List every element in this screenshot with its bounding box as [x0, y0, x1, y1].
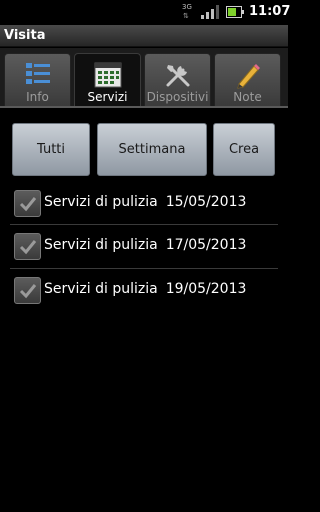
signal-strength-icon	[201, 5, 219, 19]
service-date: 15/05/2013	[165, 194, 247, 210]
week-button[interactable]: Settimana	[97, 123, 207, 176]
battery-fill	[228, 8, 236, 16]
data-arrows-icon: ⇅	[183, 12, 189, 20]
tab-divider	[0, 106, 288, 108]
page-title: Visita	[4, 28, 46, 43]
checkmark-icon	[19, 240, 37, 255]
all-button[interactable]: Tutti	[12, 123, 90, 176]
service-name: Servizi di pulizia	[44, 194, 158, 210]
list-divider	[10, 224, 278, 225]
tab-dispositivi-label: Dispositivi	[146, 90, 209, 104]
checkmark-icon	[19, 197, 37, 212]
tab-info-label: Info	[26, 90, 49, 104]
mobile-data-icon: 3G ⇅	[180, 3, 194, 21]
signal-bar	[216, 5, 219, 19]
tab-dispositivi[interactable]: Dispositivi	[144, 53, 211, 108]
service-date: 19/05/2013	[165, 281, 247, 297]
signal-bar	[201, 15, 204, 19]
service-label: Servizi di pulizia 19/05/2013	[44, 281, 246, 297]
create-button[interactable]: Crea	[213, 123, 275, 176]
list-item[interactable]: Servizi di pulizia 19/05/2013	[10, 270, 278, 314]
service-label: Servizi di pulizia 17/05/2013	[44, 237, 246, 253]
pencil-icon	[236, 64, 260, 89]
network-type-label: 3G	[182, 3, 192, 11]
service-checkbox[interactable]	[14, 233, 41, 260]
signal-bar	[211, 9, 214, 19]
title-bar: Visita	[0, 25, 288, 47]
tab-servizi-label: Servizi	[87, 90, 128, 104]
service-name: Servizi di pulizia	[44, 281, 158, 297]
list-icon	[25, 63, 50, 84]
tab-note[interactable]: Note	[214, 53, 281, 108]
list-item[interactable]: Servizi di pulizia 15/05/2013	[10, 183, 278, 227]
service-checkbox[interactable]	[14, 277, 41, 304]
tools-icon	[166, 65, 189, 87]
list-item[interactable]: Servizi di pulizia 17/05/2013	[10, 226, 278, 270]
calendar-icon	[94, 62, 121, 88]
battery-icon	[226, 6, 244, 18]
tab-servizi[interactable]: Servizi	[74, 53, 141, 108]
tab-bar: Info Servizi Dispositivi Note	[0, 48, 288, 108]
service-name: Servizi di pulizia	[44, 237, 158, 253]
signal-bar	[206, 12, 209, 19]
service-label: Servizi di pulizia 15/05/2013	[44, 194, 246, 210]
list-divider	[10, 268, 278, 269]
service-checkbox[interactable]	[14, 190, 41, 217]
status-bar: 3G ⇅ 11:07	[0, 0, 291, 25]
tab-info[interactable]: Info	[4, 53, 71, 108]
checkmark-icon	[19, 284, 37, 299]
service-date: 17/05/2013	[165, 237, 247, 253]
clock: 11:07	[249, 4, 291, 19]
tab-note-label: Note	[233, 90, 262, 104]
